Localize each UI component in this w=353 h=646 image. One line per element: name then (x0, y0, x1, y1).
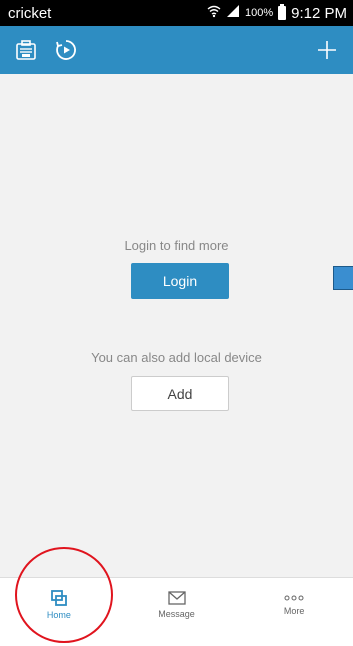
status-bar: cricket 100% 9:12 PM (0, 0, 353, 26)
playback-icon[interactable] (52, 36, 80, 64)
status-time: 9:12 PM (291, 4, 347, 22)
main-content: Login to find more Login You can also ad… (0, 74, 353, 577)
nav-label-message: Message (158, 608, 195, 619)
signal-icon (226, 4, 240, 22)
wifi-icon (207, 4, 221, 22)
highlight-circle-annotation (15, 547, 113, 643)
side-drawer-tab[interactable] (333, 266, 353, 290)
nav-item-more[interactable]: More (235, 578, 353, 631)
message-icon (167, 590, 186, 605)
nav-item-message[interactable]: Message (118, 578, 236, 631)
more-icon (283, 594, 305, 602)
login-prompt: Login to find more (124, 238, 229, 253)
plus-icon[interactable] (313, 36, 341, 64)
add-device-button[interactable]: Add (131, 376, 229, 411)
login-button[interactable]: Login (131, 263, 229, 299)
carrier-name: cricket (8, 4, 52, 22)
nav-label-more: More (283, 605, 305, 616)
local-device-prompt: You can also add local device (91, 350, 262, 365)
status-icons: 100% 9:12 PM (207, 4, 347, 22)
battery-percent: 100% (244, 7, 274, 19)
app-bar (0, 26, 353, 74)
battery-icon (278, 4, 287, 20)
device-list-icon[interactable] (12, 36, 40, 64)
